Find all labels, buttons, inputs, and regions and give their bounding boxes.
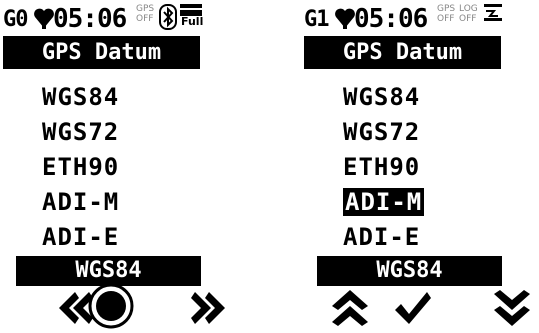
datum-list: WGS84 WGS72 ETH90 ADI-M ADI-E xyxy=(16,80,201,255)
current-datum: WGS84 xyxy=(16,256,201,286)
status-bar: G0 05:06 GPS OFF Full xyxy=(3,2,203,34)
mode-indicator: G1 xyxy=(304,7,329,32)
bluetooth-icon xyxy=(159,4,177,34)
circle-icon[interactable] xyxy=(88,283,134,329)
fast-forward-icon[interactable] xyxy=(189,288,229,328)
list-item[interactable]: ADI-E xyxy=(317,220,502,255)
log-label: LOG xyxy=(459,4,478,14)
selected-item-label: ADI-M xyxy=(343,188,425,216)
down-icon[interactable] xyxy=(492,288,532,328)
heart-icon xyxy=(33,6,55,34)
mode-indicator: G0 xyxy=(3,7,28,32)
clock: 05:06 xyxy=(53,4,127,34)
page-title: GPS Datum xyxy=(3,36,200,69)
clock: 05:06 xyxy=(354,4,428,34)
list-item[interactable]: WGS72 xyxy=(16,115,201,150)
gps-label: GPS xyxy=(136,4,155,14)
page-title: GPS Datum xyxy=(304,36,501,69)
current-datum: WGS84 xyxy=(317,256,502,286)
up-icon[interactable] xyxy=(330,288,370,328)
battery-icon xyxy=(484,4,502,34)
log-state: OFF xyxy=(459,14,477,24)
gps-state: OFF xyxy=(437,14,455,24)
gps-state: OFF xyxy=(136,14,154,24)
heart-icon xyxy=(334,6,356,34)
list-item[interactable]: ADI-M xyxy=(16,185,201,220)
list-item[interactable]: ETH90 xyxy=(317,150,502,185)
list-item[interactable]: ETH90 xyxy=(16,150,201,185)
list-item[interactable]: WGS84 xyxy=(16,80,201,115)
datum-list: WGS84 WGS72 ETH90 ADI-M ADI-E xyxy=(317,80,502,255)
gps-datum-screen-select: G1 05:06 GPS OFF LOG OFF GPS Datum WGS84… xyxy=(304,0,530,329)
battery-label: Full xyxy=(181,15,204,28)
checkmark-icon[interactable] xyxy=(393,288,433,328)
selected-list-item[interactable]: ADI-M xyxy=(317,185,502,220)
status-bar: G1 05:06 GPS OFF LOG OFF xyxy=(304,2,504,34)
gps-label: GPS xyxy=(437,4,456,14)
list-item[interactable]: WGS84 xyxy=(317,80,502,115)
gps-datum-screen-browse: G0 05:06 GPS OFF Full GPS Datum WGS84 WG xyxy=(3,0,225,329)
list-item[interactable]: WGS72 xyxy=(317,115,502,150)
list-item[interactable]: ADI-E xyxy=(16,220,201,255)
